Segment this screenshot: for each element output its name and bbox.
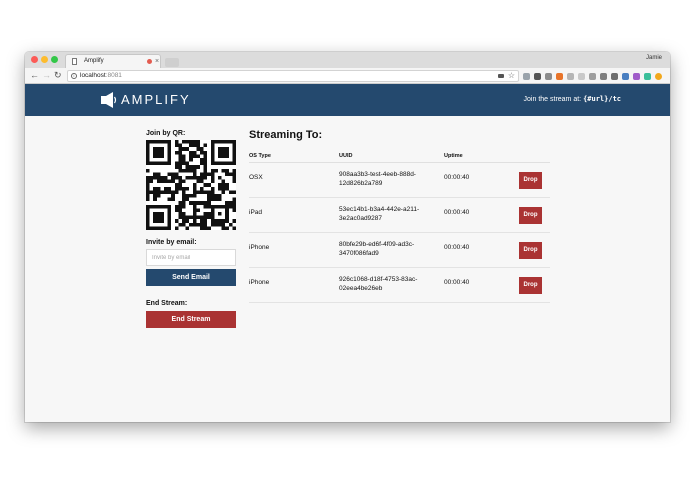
uuid-cell: 926c1068-d18f-4753-83ac- 02eea4be26eb (339, 275, 429, 293)
back-icon[interactable]: ← (30, 70, 39, 81)
new-tab-button[interactable] (165, 58, 179, 67)
email-label: Invite by email: (146, 239, 197, 246)
browser-user-name[interactable]: Jamie (646, 55, 662, 61)
drop-button[interactable]: Drop (519, 172, 542, 189)
extension-icon[interactable] (622, 73, 629, 80)
control-panel: Join by QR: Invite by email: Send Email … (146, 130, 236, 328)
address-host: localhost (80, 72, 106, 79)
forward-icon[interactable]: → (42, 70, 51, 81)
end-stream-button[interactable]: End Stream (146, 311, 236, 328)
info-icon[interactable]: i (71, 73, 77, 79)
drop-button[interactable]: Drop (519, 277, 542, 294)
recording-icon (147, 59, 152, 64)
uuid-cell: 80bfe29b-ed6f-4f09-ad3c- 3470f086fad9 (339, 240, 429, 258)
email-input[interactable] (146, 249, 236, 266)
browser-titlebar: Amplify × Jamie (25, 52, 670, 68)
browser-tab[interactable]: Amplify × (65, 54, 161, 68)
maximize-window-button[interactable] (51, 56, 58, 63)
streaming-title: Streaming To: (249, 129, 323, 141)
main-content: Join by QR: Invite by email: Send Email … (25, 116, 670, 422)
browser-toolbar: ← → ↻ i localhost:8081 ☆ (25, 68, 670, 84)
streams-panel: Streaming To: OS Type UUID Uptime OSX 90… (249, 129, 550, 303)
bookmark-star-icon[interactable]: ☆ (508, 71, 515, 81)
minimize-window-button[interactable] (41, 56, 48, 63)
join-stream-url: {#url}/tc (583, 95, 621, 103)
table-row: OSX 908aa3b3-test-4eeb-888d- 12d826b2a789… (249, 163, 550, 198)
table-row: iPad 53ec14b1-b3a4-442e-a211- 3e2ac0ad928… (249, 198, 550, 233)
qr-code (146, 140, 236, 230)
end-stream-label: End Stream: (146, 300, 188, 307)
logo-text: AMPLIFY (121, 92, 191, 107)
extension-icon[interactable] (523, 73, 530, 80)
speaker-icon (101, 92, 117, 108)
extension-icon[interactable] (545, 73, 552, 80)
uptime-cell: 00:00:40 (444, 209, 470, 216)
join-stream-prefix: Join the stream at: (523, 96, 584, 103)
uuid-line: 926c1068-d18f-4753-83ac- (339, 276, 418, 283)
os-type-cell: iPhone (249, 279, 270, 286)
extension-icon[interactable] (655, 73, 662, 80)
uuid-line: 12d826b2a789 (339, 180, 383, 187)
os-type-cell: iPad (249, 209, 263, 216)
extension-icon[interactable] (578, 73, 585, 80)
address-port: :8081 (105, 72, 122, 79)
app-header: AMPLIFY Join the stream at: {#url}/tc (25, 84, 670, 116)
drop-button[interactable]: Drop (519, 207, 542, 224)
os-type-cell: iPhone (249, 244, 270, 251)
extension-icon[interactable] (567, 73, 574, 80)
column-header-uuid: UUID (339, 153, 353, 159)
tab-title: Amplify (84, 58, 104, 64)
uptime-cell: 00:00:40 (444, 174, 470, 181)
extension-icon[interactable] (534, 73, 541, 80)
uptime-cell: 00:00:40 (444, 279, 470, 286)
extension-icon[interactable] (611, 73, 618, 80)
join-stream-text: Join the stream at: {#url}/tc (524, 95, 621, 103)
extension-icon[interactable] (589, 73, 596, 80)
column-header-os: OS Type (249, 153, 271, 159)
page-icon (72, 58, 77, 65)
column-header-uptime: Uptime (444, 153, 463, 159)
uuid-line: 3e2ac0ad9287 (339, 215, 383, 222)
uuid-line: 908aa3b3-test-4eeb-888d- (339, 171, 416, 178)
extension-icon[interactable] (600, 73, 607, 80)
uuid-cell: 53ec14b1-b3a4-442e-a211- 3e2ac0ad9287 (339, 205, 429, 223)
uuid-line: 53ec14b1-b3a4-442e-a211- (339, 206, 420, 213)
uptime-cell: 00:00:40 (444, 244, 470, 251)
extension-icon[interactable] (644, 73, 651, 80)
extension-icon[interactable] (633, 73, 640, 80)
uuid-line: 3470f086fad9 (339, 250, 379, 257)
uuid-line: 80bfe29b-ed6f-4f09-ad3c- (339, 241, 415, 248)
table-row: iPhone 926c1068-d18f-4753-83ac- 02eea4be2… (249, 268, 550, 303)
camera-icon[interactable] (498, 74, 504, 78)
browser-window: Amplify × Jamie ← → ↻ i localhost:8081 ☆ (25, 52, 670, 422)
reload-icon[interactable]: ↻ (54, 70, 62, 81)
address-bar[interactable]: i localhost:8081 ☆ (67, 70, 519, 82)
uuid-line: 02eea4be26eb (339, 285, 383, 292)
send-email-button[interactable]: Send Email (146, 269, 236, 286)
uuid-cell: 908aa3b3-test-4eeb-888d- 12d826b2a789 (339, 170, 429, 188)
table-row: iPhone 80bfe29b-ed6f-4f09-ad3c- 3470f086f… (249, 233, 550, 268)
extension-icon[interactable] (556, 73, 563, 80)
drop-button[interactable]: Drop (519, 242, 542, 259)
close-tab-icon[interactable]: × (155, 55, 159, 68)
os-type-cell: OSX (249, 174, 263, 181)
close-window-button[interactable] (31, 56, 38, 63)
qr-label: Join by QR: (146, 130, 186, 137)
